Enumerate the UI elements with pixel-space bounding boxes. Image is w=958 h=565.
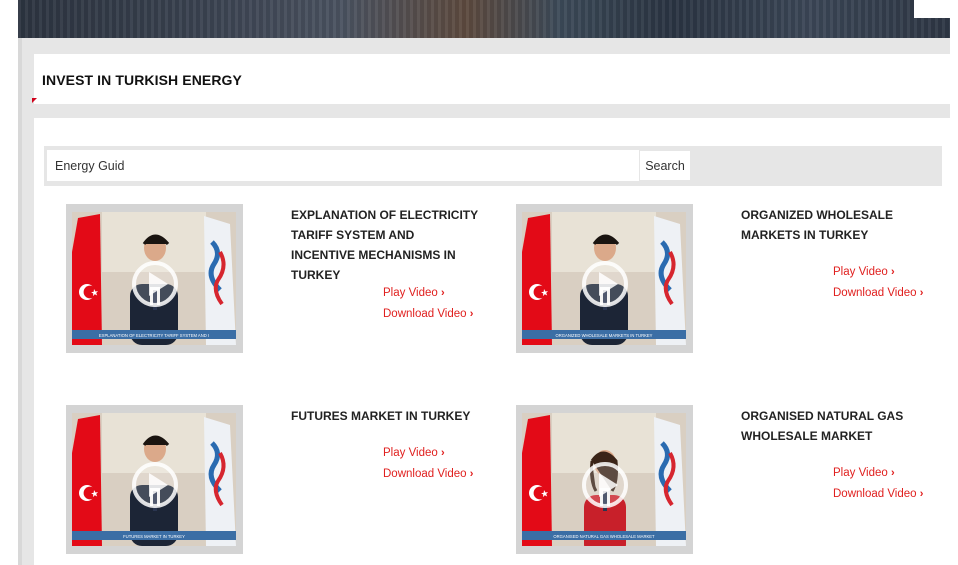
download-video-label: Download Video [833, 287, 917, 299]
chevron-right-icon: › [440, 447, 445, 459]
video-title: ORGANIZED WHOLESALE MARKETS IN TURKEY [741, 208, 893, 242]
chevron-right-icon: › [440, 287, 445, 299]
download-video-link[interactable]: Download Video › [833, 287, 923, 299]
video-thumbnail[interactable]: FUTURES MARKET IN TURKEY [66, 405, 243, 554]
download-video-label: Download Video [383, 308, 467, 320]
video-title: FUTURES MARKET IN TURKEY [291, 409, 471, 423]
chevron-right-icon: › [890, 467, 895, 479]
play-video-label: Play Video [383, 447, 438, 459]
section-accent-tick [32, 98, 37, 103]
banner-corner [914, 0, 950, 18]
chevron-right-icon: › [469, 308, 474, 320]
video-thumbnail[interactable]: ORGANIZED WHOLESALE MARKETS IN TURKEY [516, 204, 693, 353]
play-circle-icon [132, 462, 178, 508]
section-title: INVEST IN TURKISH ENERGY [42, 72, 242, 88]
header-banner-image [18, 0, 950, 40]
svg-text:FUTURES MARKET IN TURKEY: FUTURES MARKET IN TURKEY [123, 534, 185, 539]
chevron-right-icon: › [919, 488, 924, 500]
svg-text:ORGANIZED WHOLESALE MARKETS IN: ORGANIZED WHOLESALE MARKETS IN TURKEY [556, 333, 653, 338]
play-circle-icon [132, 261, 178, 307]
video-thumbnail[interactable]: EXPLANATION OF ELECTRICITY TARIFF SYSTEM… [66, 204, 243, 353]
play-video-label: Play Video [833, 467, 888, 479]
video-thumbnail[interactable]: ORGANISED NATURAL GAS WHOLESALE MARKET [516, 405, 693, 554]
download-video-label: Download Video [833, 488, 917, 500]
chevron-right-icon: › [919, 287, 924, 299]
turkish-flag-icon [72, 415, 102, 546]
turkish-flag-icon [72, 214, 102, 345]
download-video-link[interactable]: Download Video › [833, 488, 923, 500]
video-title: ORGANISED NATURAL GAS WHOLESALE MARKET [741, 409, 904, 443]
download-video-link[interactable]: Download Video › [383, 468, 473, 480]
turkish-flag-icon [522, 415, 552, 546]
play-video-link[interactable]: Play Video › [383, 447, 445, 459]
chevron-right-icon: › [469, 468, 474, 480]
turkish-flag-icon [522, 214, 552, 345]
search-button[interactable]: Search [640, 151, 690, 180]
play-video-link[interactable]: Play Video › [833, 266, 895, 278]
svg-text:EXPLANATION OF ELECTRICITY TAR: EXPLANATION OF ELECTRICITY TARIFF SYSTEM… [99, 333, 209, 338]
play-circle-icon [582, 462, 628, 508]
play-circle-icon [582, 261, 628, 307]
search-input[interactable] [47, 150, 639, 181]
play-video-link[interactable]: Play Video › [383, 287, 445, 299]
play-video-label: Play Video [833, 266, 888, 278]
chevron-right-icon: › [890, 266, 895, 278]
section-header: INVEST IN TURKISH ENERGY [34, 54, 950, 104]
video-title: EXPLANATION OF ELECTRICITY TARIFF SYSTEM… [291, 208, 478, 282]
download-video-link[interactable]: Download Video › [383, 308, 473, 320]
play-video-link[interactable]: Play Video › [833, 467, 895, 479]
svg-text:ORGANISED NATURAL GAS WHOLESAL: ORGANISED NATURAL GAS WHOLESALE MARKET [553, 534, 655, 539]
download-video-label: Download Video [383, 468, 467, 480]
play-video-label: Play Video [383, 287, 438, 299]
